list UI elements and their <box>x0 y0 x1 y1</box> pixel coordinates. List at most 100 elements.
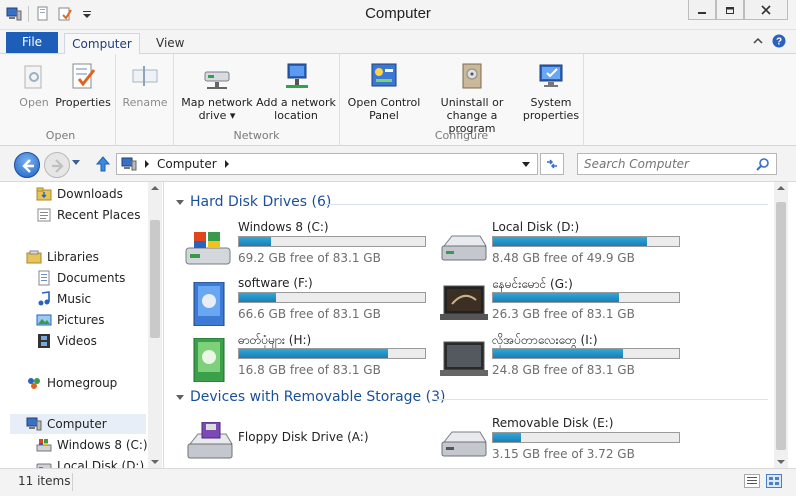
breadcrumb-computer[interactable]: Computer <box>157 157 217 171</box>
open-control-panel-button[interactable]: Open Control Panel <box>344 60 424 122</box>
ribbon-group-network: Map network drive ▾ Add a network locati… <box>174 54 340 146</box>
nav-item-local-disk-d[interactable]: Local Disk (D:) <box>36 456 144 468</box>
collapse-ribbon-icon[interactable] <box>752 35 764 47</box>
uninstall-program-button[interactable]: Uninstall or change a program <box>424 60 520 135</box>
scroll-down-icon[interactable] <box>774 456 788 468</box>
drive-usage-bar <box>492 348 680 359</box>
drive-item[interactable]: နေမင်းမောင် (G:) 26.3 GB free of 83.1 GB <box>438 276 688 328</box>
documents-icon <box>38 270 50 286</box>
section-hard-disk-drives[interactable]: Hard Disk Drives (6) <box>176 194 331 210</box>
drive-item[interactable]: Floppy Disk Drive (A:) <box>184 416 434 468</box>
system-properties-button[interactable]: System properties <box>520 60 582 122</box>
breadcrumb-chevron-icon[interactable] <box>223 159 231 169</box>
address-bar[interactable]: Computer <box>116 153 538 175</box>
nav-pane-scrollbar[interactable] <box>148 182 162 468</box>
green-box-drive-icon <box>193 338 225 382</box>
group-label-open: Open <box>45 129 76 142</box>
forward-button[interactable] <box>44 152 70 178</box>
nav-item-videos[interactable]: Videos <box>36 331 97 351</box>
windows-drive-icon <box>185 232 231 265</box>
system-properties-icon <box>539 64 563 87</box>
add-network-location-button[interactable]: Add a network location <box>256 60 336 122</box>
nav-item-documents[interactable]: Documents <box>36 268 125 288</box>
search-input[interactable] <box>578 154 754 174</box>
refresh-button[interactable] <box>540 153 564 175</box>
section-divider <box>434 399 768 400</box>
drive-item[interactable]: လိုအပ်တာလေးတွေ (I:) 24.8 GB free of 83.1… <box>438 332 688 384</box>
tab-view[interactable]: View <box>146 33 194 54</box>
ribbon-group-rename: Rename <box>116 54 174 146</box>
uninstall-program-icon <box>462 63 482 89</box>
minimize-button[interactable] <box>688 0 716 20</box>
drive-usage-bar <box>492 236 680 247</box>
properties-button[interactable]: Properties <box>54 60 112 109</box>
add-network-location-icon <box>286 63 308 88</box>
nav-pane-scroll-thumb[interactable] <box>150 220 160 338</box>
drive-usage-bar <box>492 292 680 303</box>
nav-item-windows-c[interactable]: Windows 8 (C:) <box>36 435 148 455</box>
tiles-view-button[interactable] <box>766 474 782 488</box>
scroll-up-icon[interactable] <box>148 182 162 194</box>
open-icon <box>24 65 42 89</box>
up-arrow-icon[interactable] <box>94 155 112 173</box>
navigation-pane[interactable]: Downloads Recent Places Libraries Docume… <box>0 182 164 468</box>
nav-item-recent-places[interactable]: Recent Places <box>36 205 140 225</box>
group-label-configure: Configure <box>434 129 489 142</box>
computer-icon <box>26 417 42 431</box>
rename-button[interactable]: Rename <box>120 60 170 109</box>
nav-item-downloads[interactable]: Downloads <box>36 184 123 204</box>
back-button[interactable] <box>14 152 40 178</box>
drive-usage-bar <box>238 236 426 247</box>
section-removable-storage[interactable]: Devices with Removable Storage (3) <box>176 389 445 405</box>
help-icon[interactable]: ? <box>772 34 786 48</box>
drive-usage-fill <box>493 349 624 358</box>
scroll-down-icon[interactable] <box>148 456 162 468</box>
nav-item-homegroup[interactable]: Homegroup <box>26 373 117 393</box>
nav-item-pictures[interactable]: Pictures <box>36 310 105 330</box>
refresh-icon <box>547 159 557 169</box>
tab-computer[interactable]: Computer <box>64 33 140 55</box>
drive-item[interactable]: Local Disk (D:) 8.48 GB free of 49.9 GB <box>438 220 688 272</box>
content-scroll-thumb[interactable] <box>776 202 786 450</box>
content-scrollbar[interactable] <box>774 182 788 468</box>
music-note-icon <box>38 291 50 306</box>
content-pane[interactable]: Hard Disk Drives (6) Windows 8 (C:) 69.2… <box>164 182 796 468</box>
drive-item[interactable]: ဓာတ်ပုံများ (H:) 16.8 GB free of 83.1 GB <box>184 332 434 384</box>
downloads-folder-icon <box>36 187 52 201</box>
drive-item[interactable]: Removable Disk (E:) 3.15 GB free of 3.72… <box>438 416 688 468</box>
nav-item-music[interactable]: Music <box>36 289 91 309</box>
nav-item-libraries[interactable]: Libraries <box>26 247 99 267</box>
search-box[interactable] <box>577 153 777 175</box>
close-button[interactable] <box>744 0 788 20</box>
status-bar: 11 items <box>0 468 796 496</box>
drive-usage-bar <box>238 348 426 359</box>
search-icon[interactable] <box>756 157 770 171</box>
map-network-drive-button[interactable]: Map network drive ▾ <box>178 60 256 122</box>
tab-file[interactable]: File <box>6 32 58 53</box>
floppy-drive-icon <box>187 422 233 459</box>
restore-icon <box>726 6 734 14</box>
videos-film-icon <box>38 334 50 348</box>
open-button[interactable]: Open <box>14 60 54 109</box>
drive-item[interactable]: Windows 8 (C:) 69.2 GB free of 83.1 GB <box>184 220 434 272</box>
nav-item-computer[interactable]: Computer <box>10 414 146 434</box>
pictures-icon <box>36 314 52 326</box>
collapse-section-icon[interactable] <box>176 199 184 205</box>
recent-locations-dropdown-icon[interactable] <box>72 160 80 165</box>
address-history-dropdown-icon[interactable] <box>521 160 531 168</box>
group-label-network: Network <box>233 129 280 142</box>
close-icon <box>761 4 771 15</box>
drive-usage-fill <box>493 433 521 442</box>
details-view-button[interactable] <box>744 474 760 488</box>
section-divider <box>324 204 768 205</box>
breadcrumb-chevron-icon[interactable] <box>143 159 151 169</box>
recent-places-icon <box>37 208 51 222</box>
collapse-section-icon[interactable] <box>176 394 184 400</box>
drive-item[interactable]: software (F:) 66.6 GB free of 83.1 GB <box>184 276 434 328</box>
restore-button[interactable] <box>716 0 744 20</box>
windows-drive-icon <box>36 439 52 452</box>
homegroup-icon <box>28 378 40 389</box>
scroll-up-icon[interactable] <box>774 182 788 194</box>
removable-drive-icon <box>441 431 487 457</box>
ribbon-group-open: Open Properties Open <box>6 54 116 146</box>
